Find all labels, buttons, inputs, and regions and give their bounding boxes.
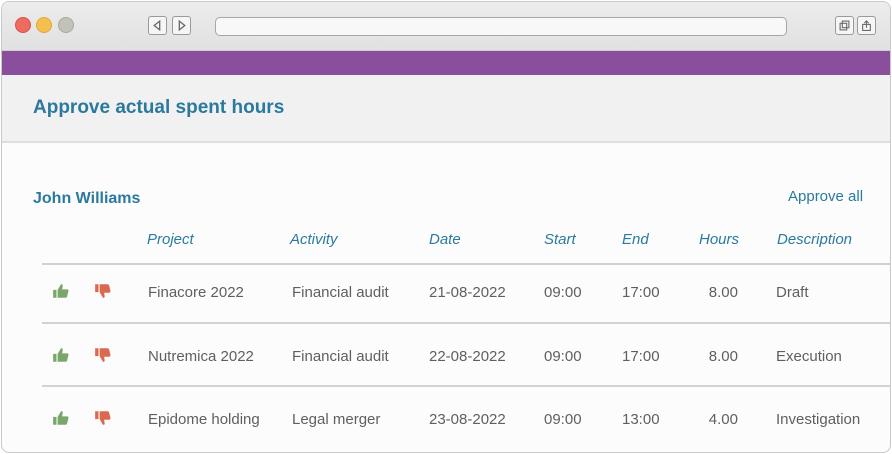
cell-end: 17:00 <box>622 284 660 301</box>
zoom-window-button[interactable] <box>58 17 74 33</box>
back-button[interactable] <box>148 16 167 35</box>
page-header: Approve actual spent hours <box>2 75 890 143</box>
row-divider <box>42 322 890 324</box>
approve-button[interactable] <box>52 282 70 300</box>
share-icon <box>862 20 871 31</box>
tabs-button[interactable] <box>835 16 854 35</box>
share-button[interactable] <box>857 16 876 35</box>
column-header-date: Date <box>429 231 461 248</box>
thumbs-down-icon <box>95 284 111 298</box>
approve-all-link[interactable]: Approve all <box>788 188 863 205</box>
cell-description: Draft <box>776 284 809 301</box>
thumbs-up-icon <box>53 411 69 425</box>
brand-bar <box>2 51 890 75</box>
approve-button[interactable] <box>52 346 70 364</box>
column-header-hours: Hours <box>699 231 740 248</box>
thumbs-up-icon <box>53 348 69 362</box>
cell-end: 17:00 <box>622 348 660 365</box>
column-header-activity: Activity <box>290 231 338 248</box>
cell-end: 13:00 <box>622 411 660 428</box>
forward-arrow-icon <box>178 20 186 31</box>
cell-project: Epidome holding <box>148 411 260 428</box>
table-row: Nutremica 2022 Financial audit 22-08-202… <box>2 342 890 372</box>
cell-hours: 8.00 <box>708 348 738 365</box>
thumbs-down-icon <box>95 411 111 425</box>
table-row: Epidome holding Legal merger 23-08-2022 … <box>2 405 890 435</box>
cell-description: Investigation <box>776 411 861 428</box>
thumbs-up-icon <box>53 284 69 298</box>
tabs-icon <box>839 20 850 31</box>
cell-hours: 4.00 <box>708 411 738 428</box>
cell-project: Finacore 2022 <box>148 284 244 301</box>
row-divider <box>42 263 890 265</box>
thumbs-down-icon <box>95 348 111 362</box>
cell-activity: Legal merger <box>292 411 381 428</box>
reject-button[interactable] <box>94 282 112 300</box>
minimize-window-button[interactable] <box>36 17 52 33</box>
address-bar[interactable] <box>215 17 787 36</box>
cell-start: 09:00 <box>544 411 582 428</box>
reject-button[interactable] <box>94 346 112 364</box>
reject-button[interactable] <box>94 409 112 427</box>
column-header-start: Start <box>544 231 576 248</box>
forward-button[interactable] <box>172 16 191 35</box>
column-header-project: Project <box>147 231 194 248</box>
page-title: Approve actual spent hours <box>33 97 285 118</box>
row-divider <box>42 385 890 387</box>
cell-date: 21-08-2022 <box>429 284 506 301</box>
window-titlebar <box>2 2 890 51</box>
cell-activity: Financial audit <box>292 284 389 301</box>
cell-date: 23-08-2022 <box>429 411 506 428</box>
cell-project: Nutremica 2022 <box>148 348 254 365</box>
back-arrow-icon <box>153 20 161 31</box>
column-header-description: Description <box>777 231 853 248</box>
cell-date: 22-08-2022 <box>429 348 506 365</box>
approve-button[interactable] <box>52 409 70 427</box>
employee-name: John Williams <box>33 190 141 207</box>
browser-window: Approve actual spent hours John Williams… <box>1 1 891 453</box>
cell-description: Execution <box>776 348 842 365</box>
cell-activity: Financial audit <box>292 348 389 365</box>
close-window-button[interactable] <box>15 17 31 33</box>
cell-hours: 8.00 <box>708 284 738 301</box>
column-header-end: End <box>622 231 649 248</box>
table-row: Finacore 2022 Financial audit 21-08-2022… <box>2 278 890 308</box>
cell-start: 09:00 <box>544 348 582 365</box>
cell-start: 09:00 <box>544 284 582 301</box>
